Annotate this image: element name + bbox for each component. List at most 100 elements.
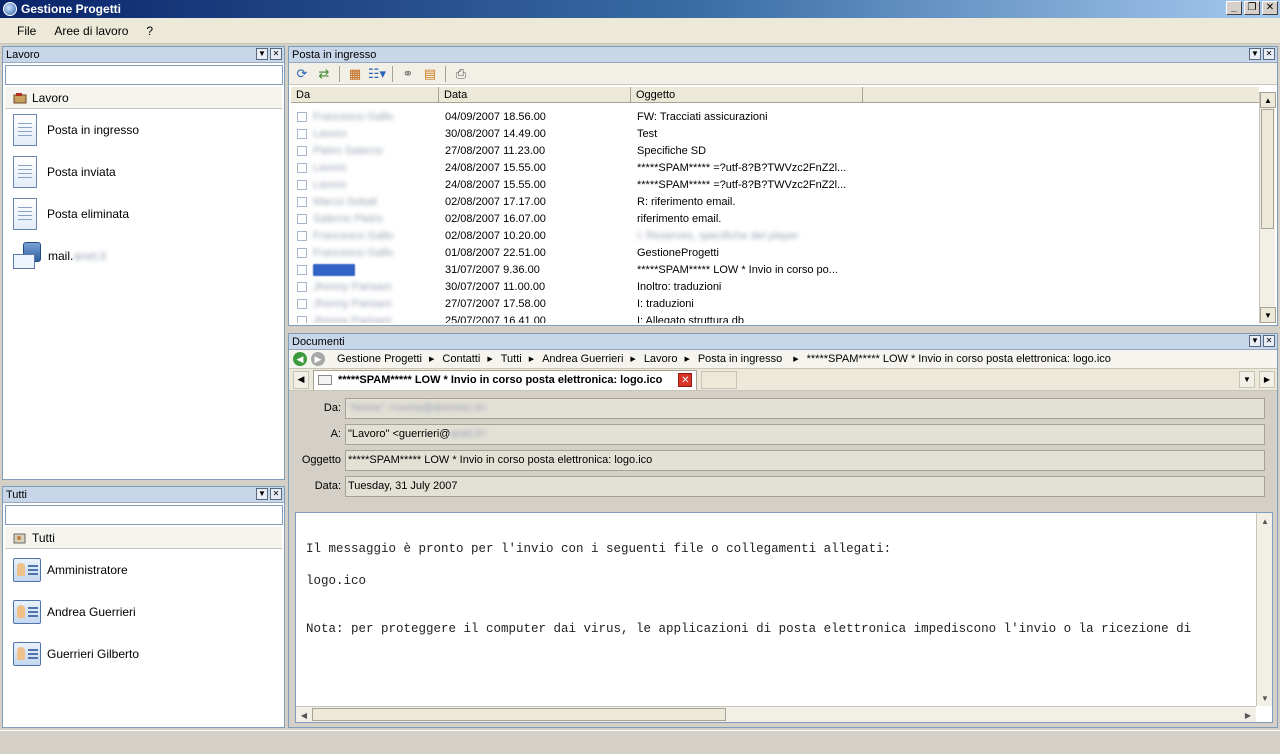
column-header-oggetto[interactable]: Oggetto xyxy=(631,87,863,102)
table-row[interactable]: Lavoro 24/08/2007 15.55.00 *****SPAM***** … xyxy=(291,176,1259,193)
breadcrumb-item[interactable]: Posta in ingresso xyxy=(698,353,782,365)
table-row[interactable]: Marco Sobali 02/08/2007 17.17.00 R: riferi… xyxy=(291,193,1259,210)
breadcrumb-item[interactable]: Tutti xyxy=(501,353,522,365)
breadcrumb-item[interactable]: Gestione Progetti xyxy=(337,353,422,365)
document-icon xyxy=(13,198,37,230)
attachment-icon[interactable]: ⚭ xyxy=(399,65,417,83)
close-window-button[interactable]: ✕ xyxy=(1262,1,1278,15)
table-row[interactable]: Salerno Pietro 02/08/2007 16.07.00 riferim… xyxy=(291,210,1259,227)
close-tab-icon[interactable]: ✕ xyxy=(678,373,693,387)
menu-help[interactable]: ? xyxy=(139,22,160,40)
menu-aree-di-lavoro[interactable]: Aree di lavoro xyxy=(47,22,135,40)
dropdown-icon[interactable]: ▼ xyxy=(256,488,268,500)
tab-scroll-left-icon[interactable]: ◀ xyxy=(293,370,309,389)
dropdown-icon[interactable]: ▼ xyxy=(256,48,268,60)
oggetto-field[interactable]: *****SPAM***** LOW * Invio in corso post… xyxy=(345,449,1265,471)
cell-data: 27/07/2007 17.58.00 xyxy=(445,297,546,310)
close-icon[interactable]: ✕ xyxy=(270,488,282,500)
back-arrow-icon[interactable]: ◀ xyxy=(293,352,307,366)
note-icon[interactable]: ▤ xyxy=(421,65,439,83)
inbox-vertical-scrollbar[interactable]: ▲ ▼ xyxy=(1259,92,1276,323)
breadcrumb-item[interactable]: *****SPAM***** LOW * Invio in corso post… xyxy=(807,353,1111,365)
column-header-data[interactable]: Data xyxy=(439,87,631,102)
envelope-icon xyxy=(297,179,307,190)
scroll-down-icon[interactable]: ▼ xyxy=(1257,690,1273,706)
envelope-icon xyxy=(297,247,307,258)
scroll-up-icon[interactable]: ▲ xyxy=(1257,513,1273,529)
da-field[interactable]: "Nome" <nome@dominio.it> xyxy=(345,397,1265,419)
dropdown-icon[interactable]: ▼ xyxy=(1249,335,1261,347)
refresh-icon[interactable]: ⟳ xyxy=(293,65,311,83)
restore-button[interactable]: ❐ xyxy=(1244,1,1260,15)
cell-data: 02/08/2007 17.17.00 xyxy=(445,195,546,208)
contact-guerrieri-gilberto[interactable]: Guerrieri Gilberto xyxy=(3,633,284,675)
lavoro-list: Posta in ingresso Posta inviata Posta el… xyxy=(3,109,284,277)
column-header-da[interactable]: Da xyxy=(291,87,439,102)
tab-scroll-right-icon[interactable]: ▶ xyxy=(1259,371,1275,388)
envelope-icon xyxy=(297,281,307,292)
table-row[interactable]: Jhonny Parisani 27/07/2007 17.58.00 I: tra… xyxy=(291,295,1259,312)
field-label: Data: xyxy=(314,480,341,492)
table-row[interactable]: Jhonny Parisani 25/07/2007 16.41.00 I: All… xyxy=(291,312,1259,323)
scroll-down-icon[interactable]: ▼ xyxy=(1260,307,1276,323)
table-row[interactable]: Francesco Gallo 04/09/2007 18.56.00 FW: Tr… xyxy=(291,108,1259,125)
print-icon[interactable]: ⎙ xyxy=(452,65,470,83)
close-icon[interactable]: ✕ xyxy=(270,48,282,60)
scroll-thumb[interactable] xyxy=(1261,109,1274,229)
chevron-right-icon: ▶ xyxy=(528,356,535,363)
scroll-left-icon[interactable]: ◀ xyxy=(296,707,312,723)
table-row[interactable]: Francesco Gallo 02/08/2007 10.20.00 I: Res… xyxy=(291,227,1259,244)
close-icon[interactable]: ✕ xyxy=(1263,48,1275,60)
tab-list-dropdown-icon[interactable]: ▼ xyxy=(1239,371,1255,388)
table-row[interactable]: Lavoro 31/07/2007 9.36.00 *****SPAM***** L… xyxy=(291,261,1259,278)
table-row[interactable]: Pietro Salerno 27/08/2007 11.23.00 Specifi… xyxy=(291,142,1259,159)
body-vertical-scrollbar[interactable]: ▲ ▼ xyxy=(1256,513,1272,706)
folder-posta-in-ingresso[interactable]: Posta in ingresso xyxy=(3,109,284,151)
cell-da: Lavoro xyxy=(291,128,439,140)
cell-oggetto: R: riferimento email. xyxy=(637,195,736,208)
data-field[interactable]: Tuesday, 31 July 2007 xyxy=(345,475,1265,497)
cell-da: Lavoro xyxy=(291,179,439,191)
scroll-right-icon[interactable]: ▶ xyxy=(1240,707,1256,723)
cell-oggetto: I: traduzioni xyxy=(637,297,694,310)
a-field[interactable]: "Lavoro" <guerrieri@ anet.it> xyxy=(345,423,1265,445)
table-row[interactable]: Jhonny Parisani 30/07/2007 11.00.00 Inoltr… xyxy=(291,278,1259,295)
contact-andrea-guerrieri[interactable]: Andrea Guerrieri xyxy=(3,591,284,633)
lavoro-search-input[interactable] xyxy=(5,65,283,85)
table-row[interactable]: Francesco Gallo 01/08/2007 22.51.00 Gestio… xyxy=(291,244,1259,261)
close-icon[interactable]: ✕ xyxy=(1263,335,1275,347)
field-label: Da: xyxy=(323,402,341,414)
contact-amministratore[interactable]: Amministratore xyxy=(3,549,284,591)
cell-data: 31/07/2007 9.36.00 xyxy=(445,263,540,276)
forward-arrow-icon[interactable]: ▶ xyxy=(311,352,325,366)
dropdown-icon[interactable]: ▼ xyxy=(1249,48,1261,60)
breadcrumb-item[interactable]: Andrea Guerrieri xyxy=(542,353,623,365)
body-horizontal-scrollbar[interactable]: ◀ ▶ xyxy=(296,706,1256,722)
document-tab[interactable]: *****SPAM***** LOW * Invio in corso post… xyxy=(313,369,698,390)
table-row[interactable]: Lavoro 24/08/2007 15.55.00 *****SPAM***** … xyxy=(291,159,1259,176)
grid-view-icon[interactable]: ▦ xyxy=(346,65,364,83)
envelope-icon xyxy=(297,196,307,207)
tutti-search-input[interactable] xyxy=(5,505,283,525)
envelope-icon xyxy=(297,145,307,156)
send-receive-icon[interactable]: ⇄ xyxy=(315,65,333,83)
breadcrumb-item[interactable]: Lavoro xyxy=(644,353,678,365)
tree-root-tutti[interactable]: Tutti xyxy=(5,527,282,549)
folder-posta-inviata[interactable]: Posta inviata xyxy=(3,151,284,193)
scroll-thumb[interactable] xyxy=(312,708,726,721)
inactive-tab[interactable] xyxy=(701,370,738,389)
documents-panel: Documenti ▼ ✕ ◀ ▶ Gestione Progetti ▶ Co… xyxy=(288,333,1278,728)
mail-account-item[interactable]: mail. anet.it xyxy=(3,235,284,277)
document-icon xyxy=(13,114,37,146)
view-options-icon[interactable]: ☷▾ xyxy=(368,65,386,83)
tree-root-lavoro[interactable]: Lavoro xyxy=(5,87,282,109)
toolbar-separator xyxy=(445,65,446,82)
envelope-icon xyxy=(297,230,307,241)
folder-posta-eliminata[interactable]: Posta eliminata xyxy=(3,193,284,235)
table-row[interactable]: Lavoro 30/08/2007 14.49.00 Test xyxy=(291,125,1259,142)
breadcrumb-item[interactable]: Contatti xyxy=(442,353,480,365)
minimize-button[interactable]: _ xyxy=(1226,1,1242,15)
message-body[interactable]: Il messaggio è pronto per l'invio con i … xyxy=(295,512,1273,723)
scroll-up-icon[interactable]: ▲ xyxy=(1260,92,1276,108)
menu-file[interactable]: File xyxy=(10,22,43,40)
